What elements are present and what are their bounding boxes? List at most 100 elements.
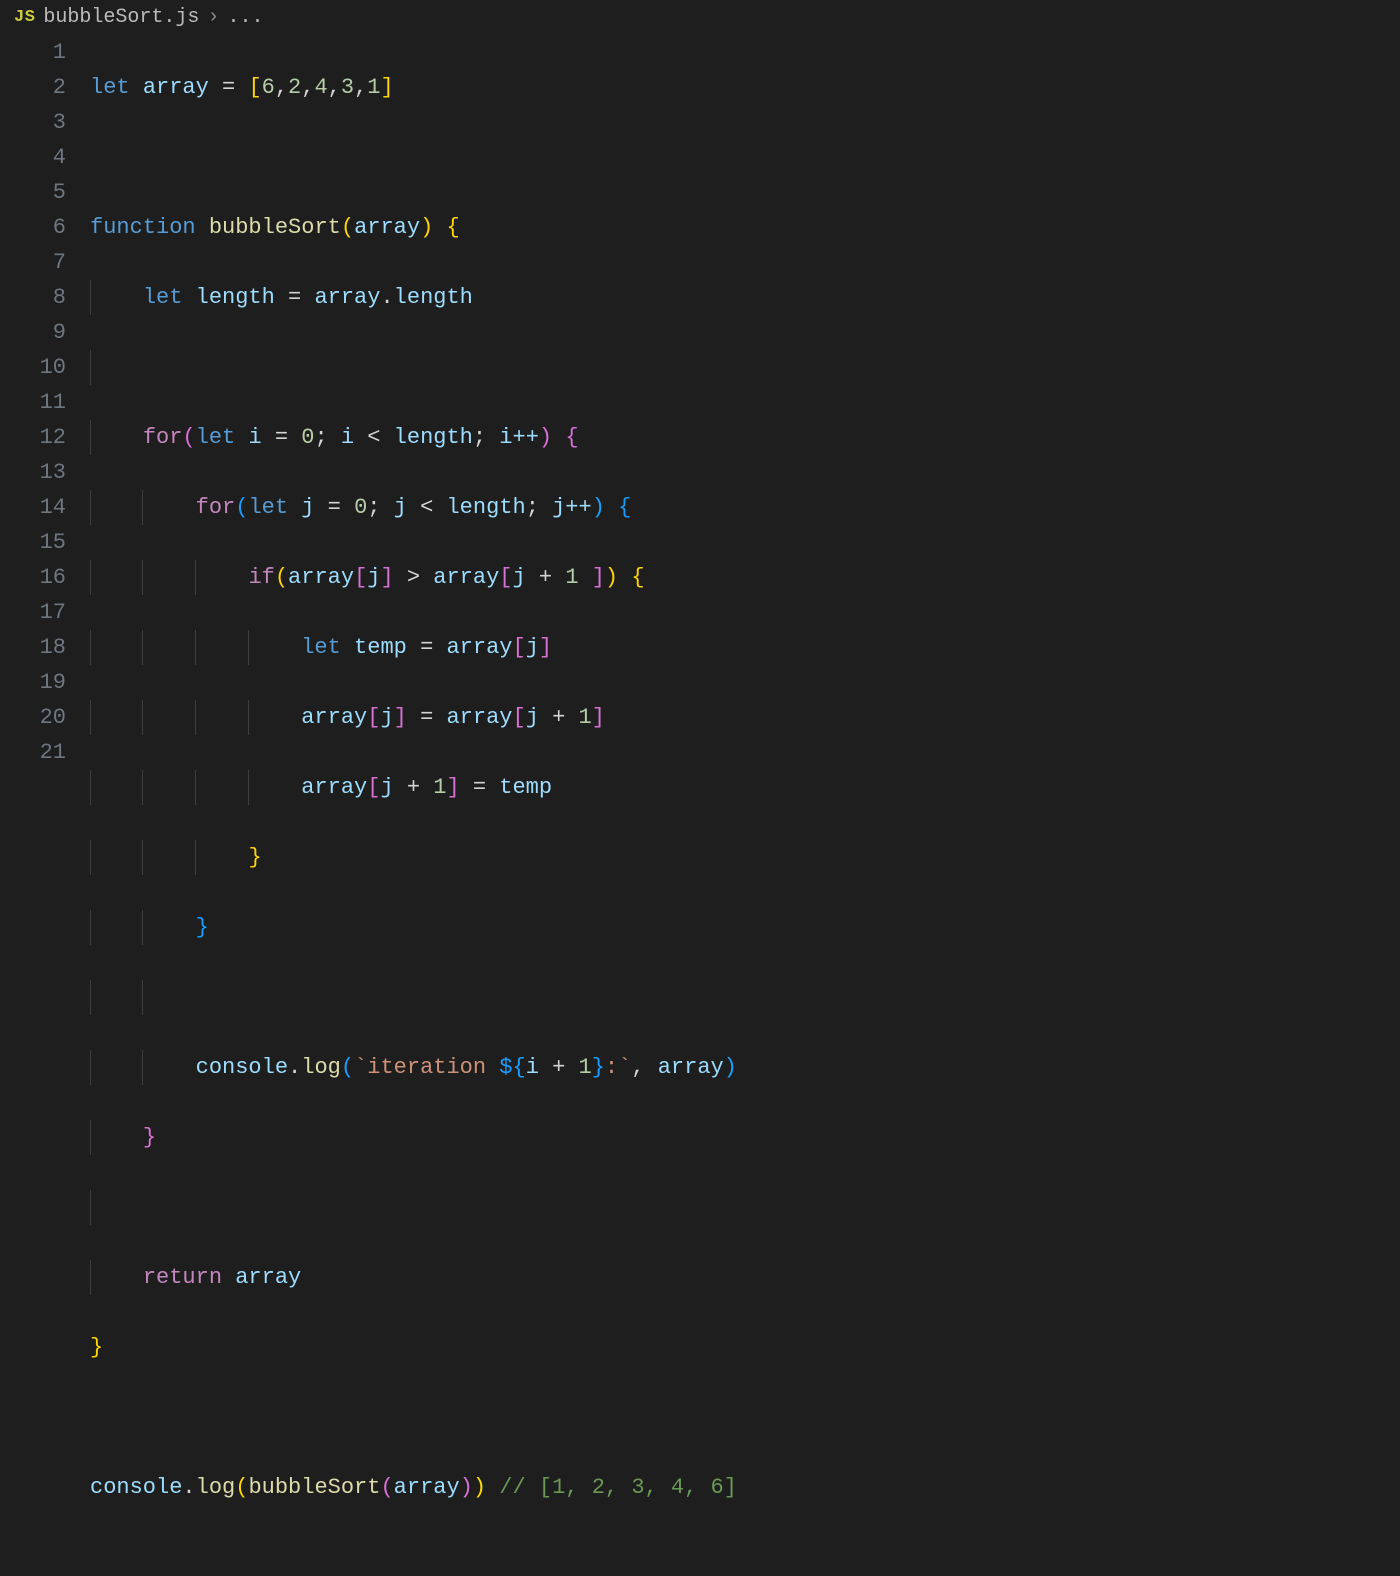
code-line[interactable]: let length = array.length <box>90 280 1400 315</box>
code-line[interactable] <box>90 350 1400 385</box>
code-line[interactable]: for(let i = 0; i < length; i++) { <box>90 420 1400 455</box>
identifier: i <box>341 425 354 450</box>
code-line[interactable]: let array = [6,2,4,3,1] <box>90 70 1400 105</box>
code-line[interactable]: console.log(`iteration ${i + 1}:`, array… <box>90 1050 1400 1085</box>
identifier: array <box>394 1475 460 1500</box>
code-line[interactable]: } <box>90 1330 1400 1365</box>
code-line[interactable]: let temp = array[j] <box>90 630 1400 665</box>
code-line[interactable]: if(array[j] > array[j + 1 ]) { <box>90 560 1400 595</box>
code-line[interactable]: array[j + 1] = temp <box>90 770 1400 805</box>
identifier: array <box>235 1265 301 1290</box>
identifier: array <box>143 75 209 100</box>
line-number: 13 <box>0 455 66 490</box>
operator: + <box>539 565 552 590</box>
line-number: 2 <box>0 70 66 105</box>
code-editor[interactable]: 1 2 3 4 5 6 7 8 9 10 11 12 13 14 15 16 1… <box>0 33 1400 1575</box>
identifier: i <box>526 1055 539 1080</box>
number: 1 <box>433 775 446 800</box>
comment: // [1, 2, 3, 4, 6] <box>499 1475 737 1500</box>
keyword: let <box>301 635 341 660</box>
line-number: 6 <box>0 210 66 245</box>
code-line[interactable]: } <box>90 1120 1400 1155</box>
keyword: let <box>248 495 288 520</box>
code-line[interactable] <box>90 980 1400 1015</box>
breadcrumb-tail[interactable]: ... <box>227 6 263 29</box>
number: 0 <box>301 425 314 450</box>
identifier: array <box>446 635 512 660</box>
identifier: console <box>196 1055 288 1080</box>
line-number: 1 <box>0 35 66 70</box>
operator: = <box>222 75 235 100</box>
operator: + <box>552 705 565 730</box>
identifier: array <box>433 565 499 590</box>
number: 1 <box>565 565 578 590</box>
line-number: 18 <box>0 630 66 665</box>
line-number: 11 <box>0 385 66 420</box>
operator: < <box>367 425 380 450</box>
operator: = <box>473 775 486 800</box>
keyword: let <box>143 285 183 310</box>
operator: > <box>407 565 420 590</box>
keyword: for <box>196 495 236 520</box>
identifier: array <box>314 285 380 310</box>
code-line[interactable] <box>90 1400 1400 1435</box>
identifier: j <box>367 565 380 590</box>
line-number: 16 <box>0 560 66 595</box>
operator: + <box>407 775 420 800</box>
line-number: 7 <box>0 245 66 280</box>
code-line[interactable]: array[j] = array[j + 1] <box>90 700 1400 735</box>
line-number: 4 <box>0 140 66 175</box>
method: log <box>196 1475 236 1500</box>
code-line[interactable]: } <box>90 910 1400 945</box>
operator: + <box>552 1055 565 1080</box>
identifier: console <box>90 1475 182 1500</box>
code-area[interactable]: let array = [6,2,4,3,1] function bubbleS… <box>90 35 1400 1575</box>
keyword: let <box>90 75 130 100</box>
property: length <box>394 285 473 310</box>
line-number-gutter: 1 2 3 4 5 6 7 8 9 10 11 12 13 14 15 16 1… <box>0 35 90 1575</box>
line-number: 10 <box>0 350 66 385</box>
function-name: bubbleSort <box>248 1475 380 1500</box>
operator: = <box>288 285 301 310</box>
identifier: array <box>658 1055 724 1080</box>
number: 1 <box>579 705 592 730</box>
keyword: if <box>248 565 274 590</box>
number: 0 <box>354 495 367 520</box>
line-number: 17 <box>0 595 66 630</box>
operator: = <box>420 705 433 730</box>
identifier: array <box>446 705 512 730</box>
line-number: 12 <box>0 420 66 455</box>
line-number: 14 <box>0 490 66 525</box>
identifier: length <box>394 425 473 450</box>
line-number: 5 <box>0 175 66 210</box>
identifier: length <box>446 495 525 520</box>
js-file-icon: JS <box>14 8 35 27</box>
code-line[interactable] <box>90 1190 1400 1225</box>
identifier: j++ <box>552 495 592 520</box>
method: log <box>301 1055 341 1080</box>
string: :` <box>605 1055 631 1080</box>
operator: = <box>420 635 433 660</box>
identifier: array <box>301 775 367 800</box>
code-line[interactable]: return array <box>90 1260 1400 1295</box>
identifier: j <box>513 565 526 590</box>
code-line[interactable]: for(let j = 0; j < length; j++) { <box>90 490 1400 525</box>
string: `iteration <box>354 1055 499 1080</box>
code-line[interactable]: } <box>90 840 1400 875</box>
breadcrumb-filename[interactable]: bubbleSort.js <box>43 6 199 29</box>
parameter: array <box>354 215 420 240</box>
identifier: i <box>248 425 261 450</box>
line-number: 20 <box>0 700 66 735</box>
keyword: for <box>143 425 183 450</box>
breadcrumb[interactable]: JS bubbleSort.js › ... <box>0 0 1400 33</box>
line-number: 21 <box>0 735 66 770</box>
line-number: 8 <box>0 280 66 315</box>
code-line[interactable]: function bubbleSort(array) { <box>90 210 1400 245</box>
chevron-right-icon: › <box>207 6 219 29</box>
operator: < <box>420 495 433 520</box>
code-line[interactable]: console.log(bubbleSort(array)) // [1, 2,… <box>90 1470 1400 1505</box>
line-number: 9 <box>0 315 66 350</box>
code-line[interactable] <box>90 140 1400 175</box>
keyword: let <box>196 425 236 450</box>
function-name: bubbleSort <box>209 215 341 240</box>
